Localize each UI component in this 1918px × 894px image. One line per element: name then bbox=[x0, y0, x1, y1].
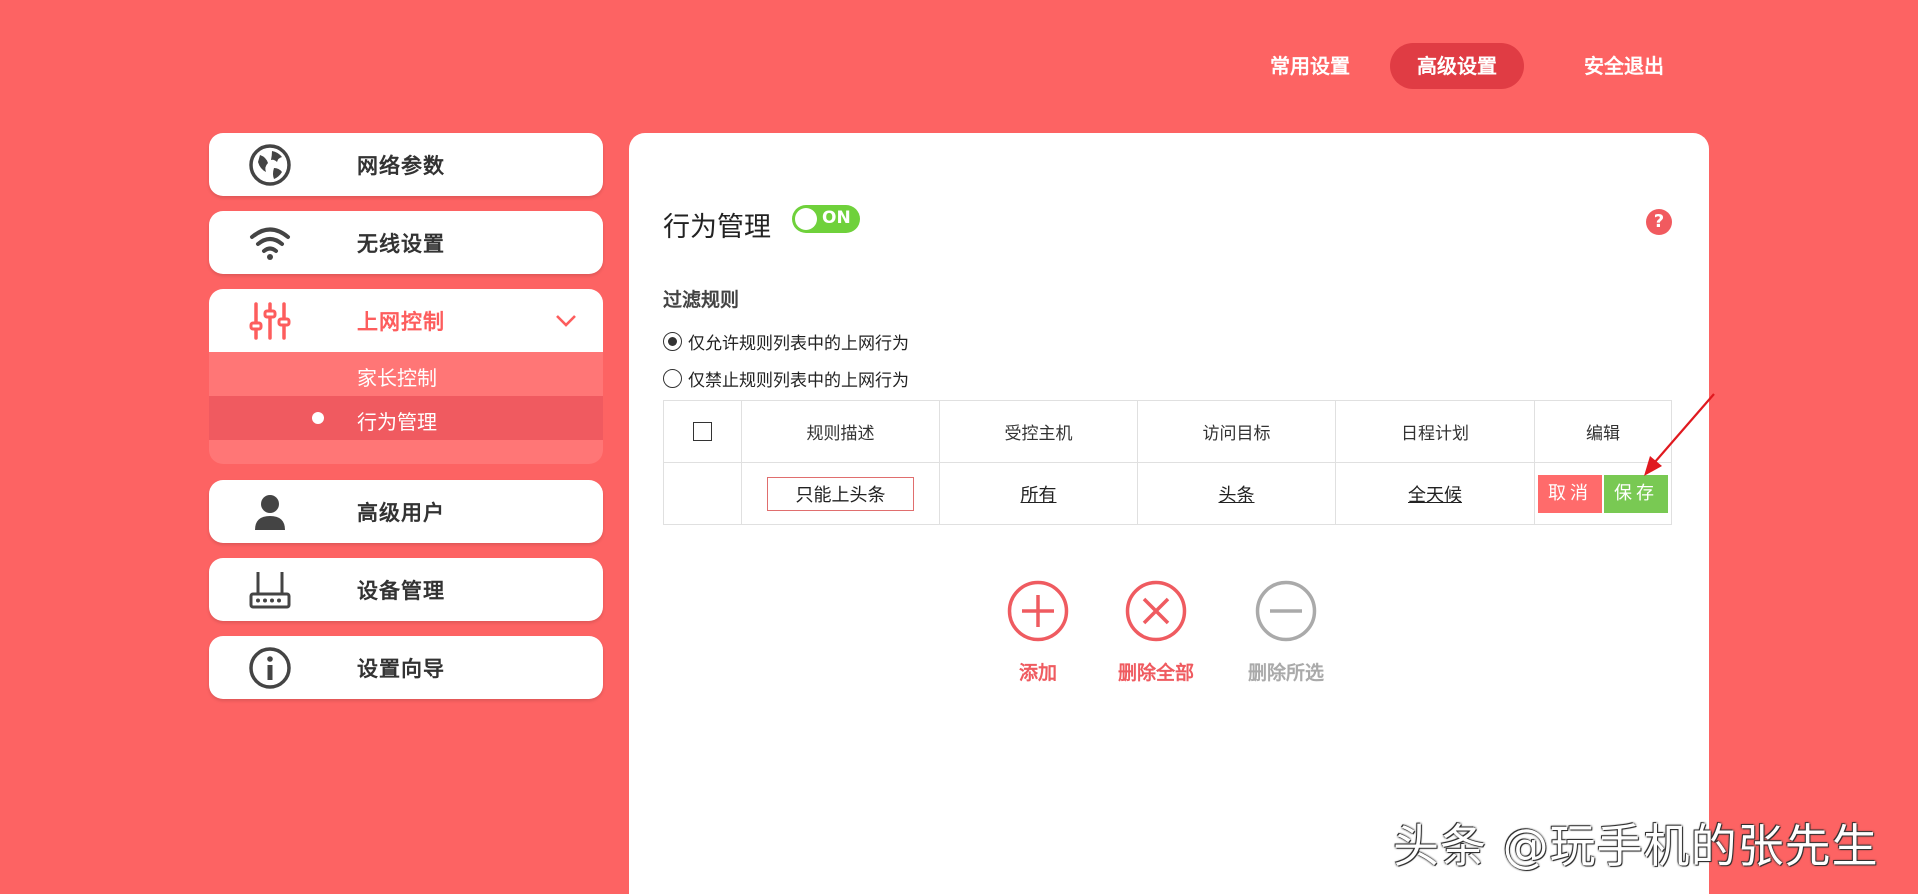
radio-deny-only[interactable]: 仅禁止规则列表中的上网行为 bbox=[663, 366, 909, 391]
rules-table: 规则描述 受控主机 访问目标 日程计划 编辑 所有 头条 全天候 取消保存 bbox=[663, 400, 1672, 525]
rule-description-input[interactable] bbox=[767, 476, 914, 511]
top-nav: 常用设置 高级设置 安全退出 bbox=[1240, 43, 1706, 89]
header-host: 受控主机 bbox=[939, 400, 1138, 463]
toggle-knob bbox=[795, 208, 817, 230]
sidebar-item-wireless[interactable]: 无线设置 bbox=[209, 211, 603, 274]
minus-circle-icon bbox=[1255, 580, 1317, 642]
nav-advanced-settings[interactable]: 高级设置 bbox=[1390, 43, 1524, 89]
submenu-item-label: 行为管理 bbox=[357, 410, 437, 434]
sidebar-item-setup-wizard[interactable]: 设置向导 bbox=[209, 636, 603, 699]
table-row: 所有 头条 全天候 取消保存 bbox=[663, 462, 1672, 525]
main-panel: 行为管理 ON ? 过滤规则 仅允许规则列表中的上网行为 仅禁止规则列表中的上网… bbox=[629, 133, 1709, 894]
save-button[interactable]: 保存 bbox=[1604, 474, 1668, 513]
chevron-down-icon bbox=[556, 315, 576, 327]
sidebar-item-label: 网络参数 bbox=[357, 153, 445, 178]
row-host-cell: 所有 bbox=[939, 462, 1138, 525]
toggle-label: ON bbox=[822, 208, 851, 228]
row-schedule-cell: 全天候 bbox=[1335, 462, 1535, 525]
section-title: 过滤规则 bbox=[663, 289, 740, 311]
radio-button-checked[interactable] bbox=[663, 332, 682, 351]
target-link[interactable]: 头条 bbox=[1219, 485, 1255, 506]
sidebar-item-label: 设置向导 bbox=[357, 656, 445, 681]
cancel-button[interactable]: 取消 bbox=[1538, 474, 1602, 513]
submenu-item-label: 家长控制 bbox=[357, 366, 437, 390]
row-select-cell bbox=[663, 462, 742, 525]
row-description-cell bbox=[741, 462, 940, 525]
globe-icon bbox=[247, 142, 293, 188]
delete-all-button[interactable]: 删除全部 bbox=[1086, 580, 1226, 685]
sidebar-item-label: 无线设置 bbox=[357, 231, 445, 256]
host-link[interactable]: 所有 bbox=[1021, 485, 1057, 506]
sidebar-item-label: 设备管理 bbox=[357, 578, 445, 603]
table-header-row: 规则描述 受控主机 访问目标 日程计划 编辑 bbox=[663, 400, 1672, 463]
sidebar-item-internet-control[interactable]: 上网控制 bbox=[209, 289, 603, 352]
radio-button[interactable] bbox=[663, 369, 682, 388]
plus-circle-icon bbox=[1007, 580, 1069, 642]
select-all-checkbox[interactable] bbox=[693, 422, 712, 441]
submenu-item-parental-control[interactable]: 家长控制 bbox=[209, 352, 603, 396]
page-title: 行为管理 bbox=[663, 212, 771, 243]
annotation-arrow-icon bbox=[1644, 393, 1715, 476]
watermark: 头条 @玩手机的张先生 bbox=[1393, 819, 1879, 873]
radio-allow-only[interactable]: 仅允许规则列表中的上网行为 bbox=[663, 329, 909, 354]
wifi-icon bbox=[247, 220, 293, 266]
router-icon bbox=[247, 567, 293, 613]
user-icon bbox=[247, 489, 293, 535]
nav-common-settings[interactable]: 常用设置 bbox=[1240, 43, 1380, 89]
submenu-item-behavior-management[interactable]: 行为管理 bbox=[209, 396, 603, 440]
header-target: 访问目标 bbox=[1137, 400, 1336, 463]
header-schedule: 日程计划 bbox=[1335, 400, 1535, 463]
radio-label: 仅允许规则列表中的上网行为 bbox=[688, 334, 909, 354]
action-label: 删除全部 bbox=[1117, 662, 1194, 684]
sidebar-item-label: 上网控制 bbox=[357, 309, 445, 334]
row-target-cell: 头条 bbox=[1137, 462, 1336, 525]
delete-selected-button[interactable]: 删除所选 bbox=[1216, 580, 1356, 685]
sidebar-item-label: 高级用户 bbox=[357, 500, 445, 525]
header-description: 规则描述 bbox=[741, 400, 940, 463]
nav-logout[interactable]: 安全退出 bbox=[1554, 43, 1694, 89]
sidebar-item-network[interactable]: 网络参数 bbox=[209, 133, 603, 196]
action-label: 删除所选 bbox=[1247, 662, 1324, 684]
sidebar-item-advanced-users[interactable]: 高级用户 bbox=[209, 480, 603, 543]
submenu: 家长控制 行为管理 bbox=[209, 352, 603, 464]
schedule-link[interactable]: 全天候 bbox=[1408, 485, 1462, 506]
sliders-icon bbox=[247, 298, 293, 344]
header-select-all bbox=[663, 400, 742, 463]
info-icon bbox=[247, 645, 293, 691]
sidebar-item-device-management[interactable]: 设备管理 bbox=[209, 558, 603, 621]
feature-toggle[interactable]: ON bbox=[792, 205, 860, 233]
help-icon[interactable]: ? bbox=[1646, 209, 1672, 235]
active-dot-icon bbox=[312, 412, 324, 424]
x-circle-icon bbox=[1125, 580, 1187, 642]
radio-label: 仅禁止规则列表中的上网行为 bbox=[688, 371, 909, 391]
